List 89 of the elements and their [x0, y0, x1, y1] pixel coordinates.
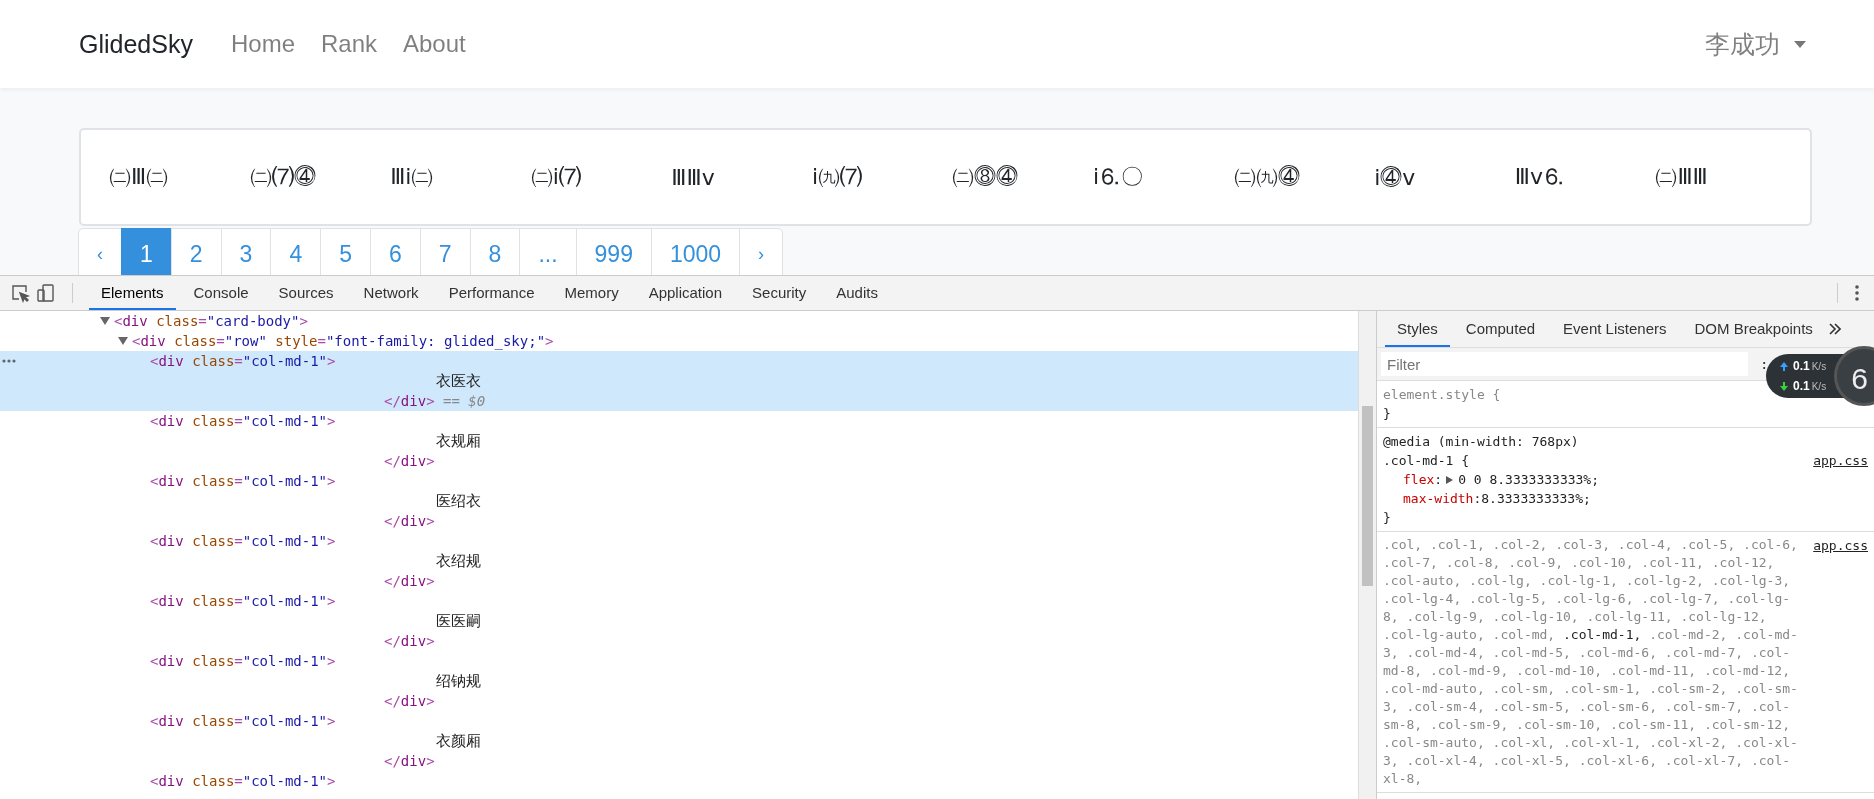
glyph-text: ㈡Ⅲ㈡ [109, 163, 169, 191]
page-link[interactable]: › [739, 228, 784, 275]
chevron-double-icon[interactable] [1828, 323, 1841, 335]
code-line: <div class="col-md-1"> [150, 353, 336, 369]
selector-list: .col, .col-1, .col-2, .col-3, .col-4, .col-5, .col-6, .col-7, .col-8, .col-9, .col-10, .col-11, .col-12, .col-auto, .col-lg, .col-lg-1, .col-lg-2, .col-lg-3, .col-lg-4, .col-lg-5, .col-lg-6, .col-lg-7, .col-lg-8, .col-lg-9, .col-lg-10, .col-lg-11, .col-lg-12, .col-lg-auto, .col-md, .col-md-1, .col-md-2, .col-md-3, .col-md-4, .col-md-5, .col-md-6, .col-md-7, .col-md-8, .col-md-9, .col-md-10, .col-md-11, .col-md-12, .col-md-auto, .col-sm, .col-sm-1, .col-sm-2, .col-sm-3, .col-sm-4, .col-sm-5, .col-sm-6, .col-sm-7, .col-sm-8, .col-sm-9, .col-sm-10, .col-sm-11, .col-sm-12, .col-sm-auto, .col-xl, .col-xl-1, .col-xl-2, .col-xl-3, .col-xl-4, .col-xl-5, .col-xl-6, .col-xl-7, .col-xl-8, [1383, 536, 1806, 788]
devtools-tab[interactable]: Application [636, 276, 735, 310]
dom-text: 衣医衣 [436, 371, 481, 391]
caret-icon [1794, 40, 1806, 48]
up-arrow-icon [1780, 361, 1788, 371]
css-colon: : [1434, 470, 1459, 489]
code-line: <div class="col-md-1"> [150, 473, 336, 489]
code-line: </div> [384, 513, 435, 529]
code-line: <div class="col-md-1"> [150, 653, 336, 669]
speed-value: 0.1 [1793, 359, 1810, 373]
styles-tab[interactable]: Event Listeners [1551, 311, 1679, 347]
css-colon: : [1473, 490, 1482, 508]
css-property: flex [1403, 471, 1435, 489]
glyph-text: ⅢⅢⅴ [671, 164, 715, 190]
ellipsis-icon[interactable] [2, 359, 16, 363]
user-dropdown[interactable]: 李成功 [1705, 27, 1806, 61]
glyph-text: ㈡⑺⓸ [249, 163, 316, 191]
glyph-text: ㈡㈨⓸ [1233, 163, 1300, 191]
glyph-text: ⅰ⓸ⅴ [1374, 164, 1416, 190]
css-value: 8.3333333333%; [1481, 490, 1591, 508]
code-line: </div> == $0 [384, 393, 486, 409]
code-line: </div> [384, 693, 435, 709]
devtools-tab[interactable]: Elements [89, 276, 176, 310]
devtools-tab[interactable]: Audits [824, 276, 890, 310]
glyph-text: ㈡⓼⓸ [952, 163, 1019, 191]
speed-unit: K/s [1811, 360, 1827, 372]
speed-unit: K/s [1811, 380, 1827, 392]
dom-text: 衣颜厢 [436, 731, 481, 751]
dom-text: 医医嗣 [436, 611, 481, 631]
selected-row-highlight[interactable]: <div class="col-md-1"> 衣医衣 </div> == $0 [0, 351, 1358, 411]
glyph-text: Ⅲⅰ㈡ [390, 163, 434, 191]
glyph-text: ⅰ⒍〇 [1093, 163, 1144, 191]
devtools-tab[interactable]: Security [740, 276, 819, 310]
code-line: <div class="row" style="font-family: glided_sky;"> [132, 333, 554, 349]
nav-link[interactable]: About [403, 30, 466, 58]
speed-value: 0.1 [1793, 379, 1810, 393]
code-line: </div> [384, 453, 435, 469]
devtools-tab[interactable]: Performance [436, 276, 547, 310]
code-line: </div> [384, 573, 435, 589]
expanded-triangle-icon[interactable] [118, 336, 128, 346]
brand-link[interactable]: GlidedSky [79, 29, 193, 59]
styles-tab[interactable]: DOM Breakpoints [1682, 311, 1825, 347]
more-menu-icon[interactable] [1854, 284, 1860, 302]
expanded-triangle-icon[interactable] [100, 316, 110, 326]
down-arrow-icon [1780, 381, 1788, 391]
page-link[interactable]: ‹ [78, 228, 122, 275]
dom-text: 医绍衣 [436, 491, 481, 511]
inspect-icon[interactable] [10, 283, 30, 303]
dom-text: 绍钠规 [436, 671, 481, 691]
code-line: <div class="col-md-1"> [150, 593, 336, 609]
glyph-text: ㈡ⅢⅢ [1655, 163, 1708, 191]
device-icon[interactable] [36, 283, 56, 303]
css-property: max-width [1403, 490, 1474, 508]
css-selector: element.style { [1383, 386, 1501, 404]
nav-link[interactable]: Rank [321, 30, 377, 58]
filter-field[interactable]: Filter [1381, 352, 1748, 376]
source-link[interactable]: app.css [1813, 451, 1868, 470]
devtools-tab[interactable]: Console [181, 276, 261, 310]
scrollbar-thumb[interactable] [1362, 406, 1373, 586]
glyph-text: ⅰ㈨⑺ [811, 163, 863, 191]
devtools-tab[interactable]: Network [351, 276, 431, 310]
code-line: <div class="col-md-1"> [150, 773, 336, 789]
closing-brace: } [1383, 405, 1392, 423]
dom-text: 衣绍规 [436, 551, 481, 571]
closing-brace: } [1383, 509, 1392, 527]
devtools-tab[interactable]: Sources [266, 276, 346, 310]
glyph-text: Ⅲⅴ⒍ [1514, 163, 1565, 191]
nav-link[interactable]: Home [230, 30, 295, 58]
dom-text: 衣规厢 [436, 431, 481, 451]
code-line: </div> [384, 753, 435, 769]
code-line: <div class="col-md-1"> [150, 533, 336, 549]
hover-toggle[interactable]: : [1760, 356, 1769, 372]
code-line: </div> [384, 633, 435, 649]
media-query: @media (min-width: 768px) [1383, 433, 1580, 451]
css-selector: .col-md-1 { [1383, 452, 1470, 470]
devtools-tab[interactable]: Memory [552, 276, 631, 310]
styles-tab[interactable]: Computed [1453, 311, 1548, 347]
glyph-text: ㈡ⅰ⑺ [530, 163, 581, 191]
scrollbar[interactable] [1358, 311, 1376, 799]
source-link[interactable]: app.css [1813, 536, 1868, 555]
code-line: <div class="col-md-1"> [150, 413, 336, 429]
page-link[interactable]: 3 [220, 228, 272, 275]
css-value: 0 0 8.3333333333%; [1458, 471, 1600, 489]
code-line: <div class="card-body"> [114, 313, 308, 329]
code-line: <div class="col-md-1"> [150, 713, 336, 729]
